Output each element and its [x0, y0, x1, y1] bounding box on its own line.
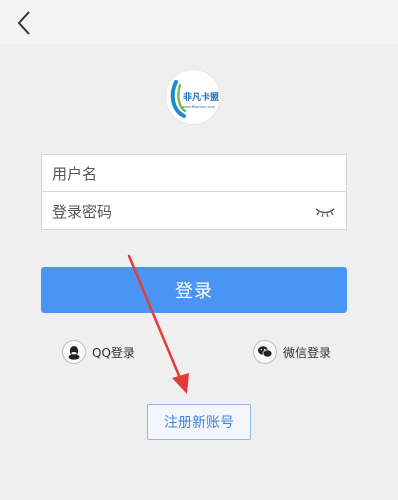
logo-graphic: 非凡卡盟 www.ffkamen.com: [170, 80, 219, 118]
wechat-login-button[interactable]: 微信登录: [253, 339, 331, 365]
app-logo: 非凡卡盟 www.ffkamen.com: [166, 70, 220, 124]
eye-closed-icon[interactable]: [314, 202, 336, 220]
username-row: [42, 155, 346, 192]
wechat-icon: [253, 340, 277, 364]
qq-login-label: QQ登录: [92, 345, 135, 360]
chevron-left-icon: [17, 11, 30, 35]
login-form: [41, 154, 347, 230]
top-bar: [0, 0, 398, 44]
register-button[interactable]: 注册新账号: [147, 404, 251, 440]
password-row: [42, 193, 346, 230]
back-button[interactable]: [8, 6, 42, 40]
qq-icon: [62, 340, 86, 364]
password-input[interactable]: [52, 193, 312, 230]
username-input[interactable]: [52, 155, 312, 192]
login-button[interactable]: 登录: [41, 267, 347, 313]
logo-url-text: www.ffkamen.com: [182, 105, 216, 109]
logo-brand-text: 非凡卡盟: [183, 91, 219, 103]
wechat-login-label: 微信登录: [283, 345, 332, 360]
qq-login-button[interactable]: QQ登录: [62, 339, 135, 365]
